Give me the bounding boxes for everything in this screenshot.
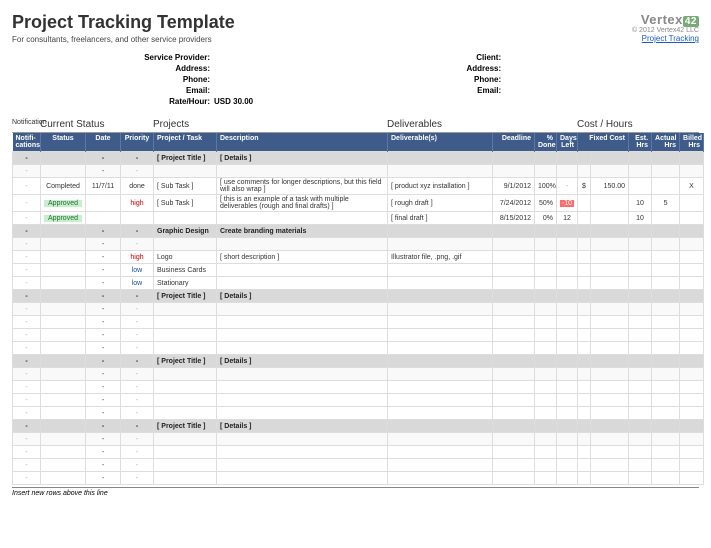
table-row[interactable]: --- [13, 433, 704, 446]
table-row[interactable]: -Approvedhigh[ Sub Task ][ this is an ex… [13, 195, 704, 212]
table-row[interactable]: --- [13, 316, 704, 329]
col-billed-hrs: Billed Hrs [680, 133, 704, 152]
table-row[interactable]: ---Graphic DesignCreate branding materia… [13, 225, 704, 238]
page-subtitle: For consultants, freelancers, and other … [12, 35, 235, 44]
section-deliverables: Deliverables [387, 117, 577, 132]
col-deliverable: Deliverable(s) [388, 133, 493, 152]
col-notif: Notifi-cations [13, 133, 41, 152]
table-row[interactable]: -Approved[ final draft ]8/15/20120%1210 [13, 212, 704, 225]
table-row[interactable]: --- [13, 165, 704, 178]
section-headers: Notification Current Status Projects Del… [12, 117, 699, 133]
section-notification: Notification [12, 117, 40, 132]
table-row[interactable]: --- [13, 368, 704, 381]
table-row[interactable]: --- [13, 407, 704, 420]
page-title: Project Tracking Template [12, 12, 235, 33]
project-tracking-link[interactable]: Project Tracking [632, 34, 699, 43]
provider-info: Service Provider: Address: Phone: Email:… [142, 52, 253, 107]
table-row[interactable]: --lowStationary [13, 277, 704, 290]
table-row[interactable]: --- [13, 238, 704, 251]
section-projects: Projects [153, 117, 387, 132]
col-status: Status [41, 133, 86, 152]
table-row[interactable]: --- [13, 459, 704, 472]
label-client-email: Email: [433, 85, 505, 96]
table-row[interactable]: --- [13, 394, 704, 407]
col-fixed-cost: Fixed Cost [578, 133, 629, 152]
label-client-phone: Phone: [433, 74, 505, 85]
label-rate: Rate/Hour: [142, 96, 214, 107]
client-info: Client: Address: Phone: Email: [433, 52, 505, 107]
table-row[interactable]: --- [13, 472, 704, 485]
vertex-logo: Vertex42 [632, 12, 699, 27]
col-date: Date [86, 133, 121, 152]
section-status: Current Status [40, 117, 153, 132]
label-client: Client: [433, 52, 505, 63]
label-provider-email: Email: [142, 85, 214, 96]
footer-note: Insert new rows above this line [12, 487, 699, 497]
col-done: % Done [535, 133, 557, 152]
table-row[interactable]: ---[ Project Title ][ Details ] [13, 355, 704, 368]
table-row[interactable]: --- [13, 446, 704, 459]
label-client-address: Address: [433, 63, 505, 74]
table-row[interactable]: --- [13, 381, 704, 394]
label-provider-phone: Phone: [142, 74, 214, 85]
label-service-provider: Service Provider: [142, 52, 214, 63]
table-row[interactable]: --lowBusiness Cards [13, 264, 704, 277]
section-cost: Cost / Hours [577, 117, 697, 132]
table-row[interactable]: -Completed11/7/11done[ Sub Task ][ use c… [13, 178, 704, 195]
col-description: Description [217, 133, 388, 152]
table-row[interactable]: ---[ Project Title ][ Details ] [13, 290, 704, 303]
rate-value: USD 30.00 [214, 96, 253, 107]
col-est-hrs: Est. Hrs [629, 133, 652, 152]
column-headers: Notifi-cations Status Date Priority Proj… [13, 133, 704, 152]
table-row[interactable]: --- [13, 303, 704, 316]
col-actual-hrs: Actual Hrs [652, 133, 680, 152]
table-row[interactable]: ---[ Project Title ][ Details ] [13, 152, 704, 165]
col-deadline: Deadline [493, 133, 535, 152]
col-priority: Priority [121, 133, 154, 152]
table-row[interactable]: --- [13, 342, 704, 355]
copyright-text: © 2012 Vertex42 LLC [632, 27, 699, 34]
col-days: Days Left [557, 133, 578, 152]
col-task: Project / Task [154, 133, 217, 152]
table-row[interactable]: --highLogo[ short description ]Illustrat… [13, 251, 704, 264]
table-row[interactable]: --- [13, 329, 704, 342]
table-row[interactable]: ---[ Project Title ][ Details ] [13, 420, 704, 433]
label-provider-address: Address: [142, 63, 214, 74]
tracking-table: Notifi-cations Status Date Priority Proj… [12, 133, 704, 485]
